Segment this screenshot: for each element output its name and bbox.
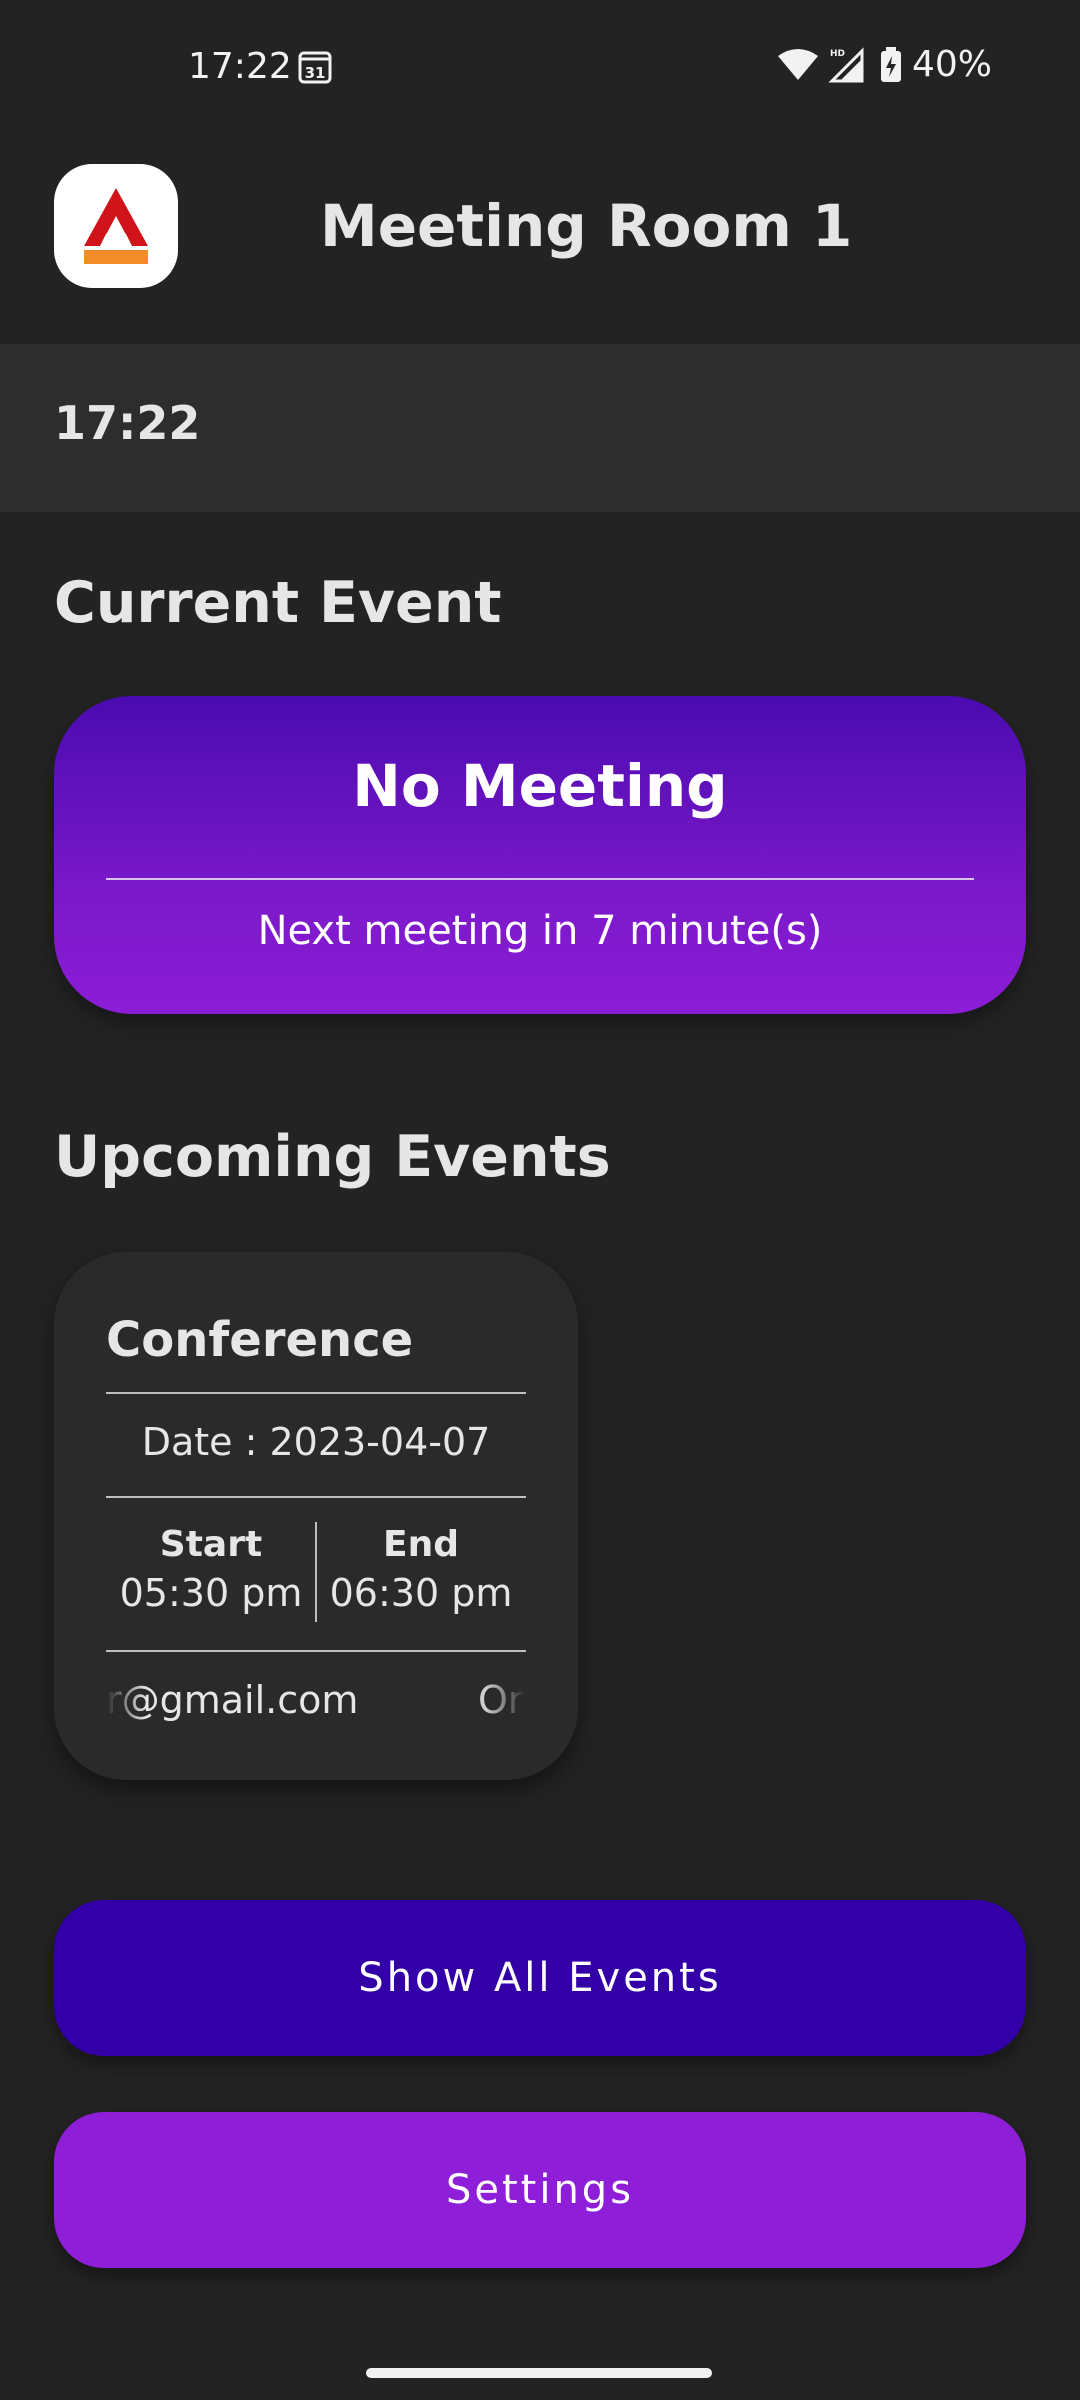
hd-label: HD [830, 49, 845, 59]
current-event-title: No Meeting [352, 752, 728, 820]
event-date: Date : 2023-04-07 [141, 1420, 491, 1464]
event-divider [106, 1650, 526, 1652]
settings-button[interactable]: Settings [54, 2112, 1026, 2268]
marquee-fade-left [106, 1678, 146, 1734]
app-logo-icon [84, 188, 148, 264]
event-organizer-marquee: r@gmail.com Or [106, 1678, 526, 1734]
battery-percent: 40% [911, 44, 992, 85]
event-divider [106, 1496, 526, 1498]
marquee-fade-right [486, 1678, 526, 1734]
current-event-heading: Current Event [54, 570, 502, 636]
status-icons: HD 40% [777, 44, 992, 85]
event-start-time: 05:30 pm [119, 1571, 303, 1615]
wifi-icon [777, 48, 818, 80]
current-time: 17:22 [54, 396, 201, 450]
cell-signal-icon: HD [828, 46, 864, 82]
event-end-time: 06:30 pm [329, 1571, 513, 1615]
event-divider [106, 1392, 526, 1394]
event-end-label: End [383, 1524, 459, 1565]
status-bar: 17:22 31 HD 40% [0, 0, 1080, 134]
clock-bar: 17:22 [0, 344, 1080, 512]
event-end: End 06:30 pm [316, 1524, 526, 1615]
event-start-label: Start [159, 1524, 263, 1565]
show-all-events-button[interactable]: Show All Events [54, 1900, 1026, 2056]
battery-charging-icon [880, 46, 901, 82]
next-meeting-countdown: Next meeting in 7 minute(s) [257, 908, 823, 954]
current-event-divider [106, 878, 974, 880]
app-bar: Meeting Room 1 [0, 134, 1080, 344]
status-time: 17:22 [188, 46, 292, 87]
app-logo [54, 164, 178, 288]
calendar-notification-icon: 31 [298, 51, 332, 84]
upcoming-event-card[interactable]: Conference Date : 2023-04-07 Start 05:30… [54, 1252, 578, 1780]
page-title: Meeting Room 1 [320, 192, 853, 260]
upcoming-events-heading: Upcoming Events [54, 1124, 611, 1190]
event-start: Start 05:30 pm [106, 1524, 316, 1615]
home-indicator[interactable] [366, 2368, 712, 2378]
calendar-day-text: 31 [305, 64, 326, 82]
event-name: Conference [106, 1312, 414, 1368]
current-event-card: No Meeting Next meeting in 7 minute(s) [54, 696, 1026, 1014]
